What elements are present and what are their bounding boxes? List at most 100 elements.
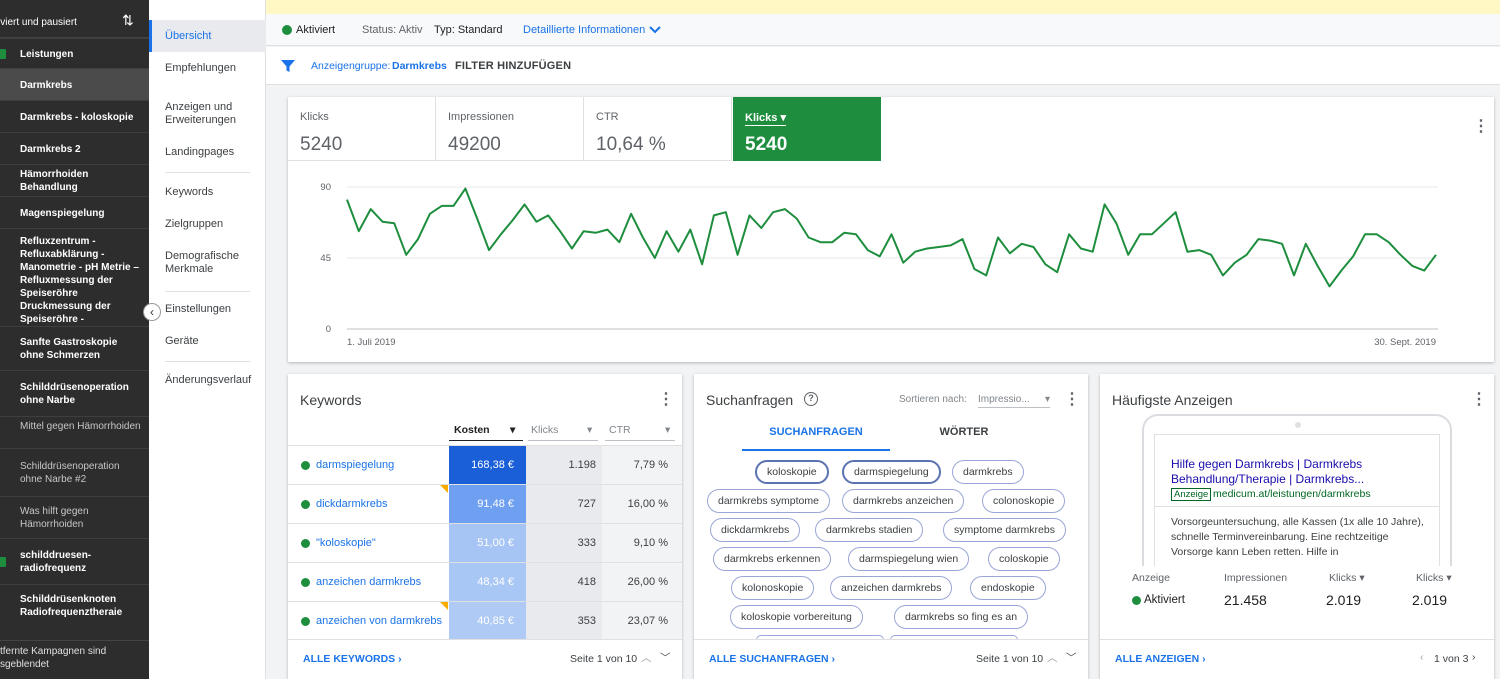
nav-item[interactable]: Einstellungen — [165, 303, 231, 316]
metric-tile-clicks-selected[interactable]: Klicks ▾ 5240 — [733, 97, 881, 161]
more-options-icon[interactable]: ⋮ — [1471, 392, 1487, 408]
nav-item[interactable]: Empfehlungen — [165, 62, 236, 75]
chevron-up-icon[interactable]: ︿ — [1047, 650, 1058, 665]
campaign-label: Hämorrhoiden Behandlung — [20, 169, 89, 193]
sort-dropdown[interactable]: Impressio... ▾ — [978, 394, 1050, 408]
campaign-item[interactable]: Magenspiegelung — [0, 196, 149, 228]
adgroup-filter-label[interactable]: Anzeigengruppe: — [311, 60, 390, 72]
stat-header-ad: Anzeige — [1132, 572, 1170, 584]
query-chip[interactable]: symptome darmkrebs — [943, 518, 1066, 542]
ad-headline[interactable]: Hilfe gegen Darmkrebs | Darmkrebs Behand… — [1171, 457, 1411, 487]
metric-tile-impressions[interactable]: Impressionen 49200 — [436, 97, 584, 161]
table-row[interactable]: dickdarmkrebs 91,48 €727 16,00 % — [288, 484, 682, 523]
query-chip[interactable]: anzeichen darmkrebs — [830, 576, 953, 600]
keyword-link[interactable]: darmspiegelung — [316, 459, 394, 471]
ad-preview-phone[interactable]: Hilfe gegen Darmkrebs | Darmkrebs Behand… — [1142, 414, 1452, 566]
metric-tile-ctr[interactable]: CTR 10,64 % — [584, 97, 732, 161]
nav-item[interactable]: Übersicht — [149, 20, 266, 52]
stat-header-clicks[interactable]: Klicks ▾ — [1329, 572, 1365, 584]
table-row[interactable]: "koloskopie" 51,00 €333 9,10 % — [288, 523, 682, 562]
col-header-cost[interactable]: Kosten ▾ — [454, 424, 515, 436]
sort-arrows-icon[interactable]: ⇅ — [122, 12, 134, 29]
adgroup-filter-value[interactable]: Darmkrebs — [392, 60, 447, 72]
query-chip[interactable]: endoskopie — [970, 576, 1046, 600]
campaign-filter-header[interactable]: iviert und pausiert ⇅ — [0, 0, 149, 38]
query-chip[interactable]: darmspiegelung — [842, 460, 941, 484]
removed-campaigns-note[interactable]: tfernte Kampagnen sind sgeblendet — [0, 640, 149, 671]
chevron-right-icon[interactable]: › — [1472, 651, 1476, 663]
nav-item[interactable]: Zielgruppen — [165, 218, 223, 231]
query-chip[interactable]: koloskopie — [755, 460, 829, 484]
chevron-up-icon[interactable]: ︿ — [641, 650, 652, 665]
query-chip[interactable]: dickdarmkrebs — [710, 518, 801, 542]
table-row[interactable]: anzeichen darmkrebs 48,34 €418 26,00 % — [288, 562, 682, 601]
query-chip[interactable]: darmkrebs so fing es an — [894, 605, 1029, 629]
nav-item[interactable]: Anzeigen und Erweiterungen — [165, 101, 245, 127]
tab-search-queries[interactable]: SUCHANFRAGEN — [742, 426, 890, 438]
all-queries-link[interactable]: ALLE SUCHANFRAGEN › — [709, 653, 835, 665]
campaign-item[interactable]: Mittel gegen Hämorrhoiden — [0, 416, 149, 448]
query-chip[interactable]: darmkrebs symptome — [707, 489, 830, 513]
help-icon[interactable]: ? — [804, 392, 818, 406]
campaign-item[interactable]: Schilddrüsenknoten Radiofrequenztheraie — [0, 584, 149, 626]
campaign-item[interactable]: Sanfte Gastroskopie ohne Schmerzen — [0, 326, 149, 370]
query-chip[interactable]: darmkrebs erkennen — [713, 547, 832, 571]
metric-tile-clicks[interactable]: Klicks 5240 — [288, 97, 436, 161]
keyword-link[interactable]: dickdarmkrebs — [316, 498, 388, 510]
campaign-item[interactable]: schilddruesen-radiofrequenz — [0, 538, 149, 584]
table-row[interactable]: anzeichen von darmkrebs 40,85 €353 23,07 % — [288, 601, 682, 640]
campaign-item[interactable]: Hämorrhoiden Behandlung — [0, 164, 149, 196]
cost-cell: 168,38 € — [449, 446, 526, 484]
status-state[interactable]: Aktiviert — [296, 24, 335, 36]
chevron-down-icon[interactable] — [649, 26, 661, 34]
chevron-down-icon[interactable]: ﹀ — [1066, 650, 1077, 665]
nav-item[interactable]: Geräte — [165, 335, 199, 348]
nav-item[interactable]: Demografische Merkmale — [165, 250, 245, 276]
query-chip[interactable]: darmkrebs — [952, 460, 1024, 484]
tab-words[interactable]: WÖRTER — [890, 426, 1038, 438]
removed-campaigns-text: tfernte Kampagnen sind sgeblendet — [0, 646, 107, 670]
chevron-down-icon[interactable]: ﹀ — [660, 650, 671, 665]
stat-header-clicks-2[interactable]: Klicks ▾ — [1416, 572, 1452, 584]
query-chip[interactable]: darmkrebs anzeichen — [842, 489, 965, 513]
nav-item[interactable]: Änderungsverlauf — [165, 374, 251, 387]
more-options-icon[interactable]: ⋮ — [1473, 119, 1489, 135]
campaign-label: Schilddrüsenoperation ohne Narbe — [20, 382, 129, 406]
all-keywords-link[interactable]: ALLE KEYWORDS › — [303, 653, 402, 665]
metric-dropdown[interactable]: Klicks ▾ — [745, 111, 787, 126]
all-ads-link[interactable]: ALLE ANZEIGEN › — [1115, 653, 1206, 665]
status-dot-icon — [1132, 596, 1141, 605]
campaign-item[interactable]: Schilddrüsenoperation ohne Narbe #2 — [0, 448, 149, 496]
add-filter-button[interactable]: FILTER HINZUFÜGEN — [455, 60, 571, 72]
more-options-icon[interactable]: ⋮ — [658, 392, 674, 408]
keyword-link[interactable]: anzeichen von darmkrebs — [316, 615, 442, 627]
table-row[interactable]: darmspiegelung 168,38 €1.198 7,79 % — [288, 445, 682, 484]
filter-icon[interactable] — [281, 59, 295, 73]
keyword-link[interactable]: anzeichen darmkrebs — [316, 576, 421, 588]
keyword-link[interactable]: "koloskopie" — [316, 537, 376, 549]
details-link[interactable]: Detaillierte Informationen — [523, 24, 645, 36]
nav-item[interactable]: Keywords — [165, 186, 213, 199]
query-chip[interactable]: darmspiegelung wien — [848, 547, 970, 571]
col-header-clicks[interactable]: Klicks ▾ — [531, 424, 592, 436]
notice-bar — [266, 0, 1500, 14]
campaign-item[interactable]: Refluxzentrum - Refluxabklärung - Manome… — [0, 228, 149, 326]
more-options-icon[interactable]: ⋮ — [1064, 392, 1080, 408]
query-chip[interactable]: colonoskopie — [982, 489, 1066, 513]
query-chip[interactable]: kolonoskopie — [731, 576, 815, 600]
campaign-item[interactable]: Schilddrüsenoperation ohne Narbe — [0, 370, 149, 416]
col-header-ctr[interactable]: CTR ▾ — [609, 424, 670, 436]
y-tick-label: 45 — [320, 253, 331, 264]
chevron-left-icon[interactable]: ‹ — [1420, 651, 1424, 663]
campaign-item[interactable]: Leistungen — [0, 38, 149, 68]
campaign-item[interactable]: Was hilft gegen Hämorrhoiden — [0, 496, 149, 538]
query-chip[interactable]: darmkrebs stadien — [815, 518, 924, 542]
campaign-item[interactable]: Darmkrebs 2 — [0, 132, 149, 164]
collapse-sidebar-button[interactable]: ‹ — [143, 303, 161, 321]
nav-item[interactable]: Landingpages — [165, 146, 234, 159]
query-chip[interactable]: coloskopie — [988, 547, 1060, 571]
campaign-item[interactable]: Darmkrebs - koloskopie — [0, 100, 149, 132]
query-chip[interactable]: koloskopie vorbereitung — [730, 605, 863, 629]
campaign-item[interactable]: Darmkrebs — [0, 68, 149, 100]
status-dot-icon — [301, 461, 310, 470]
